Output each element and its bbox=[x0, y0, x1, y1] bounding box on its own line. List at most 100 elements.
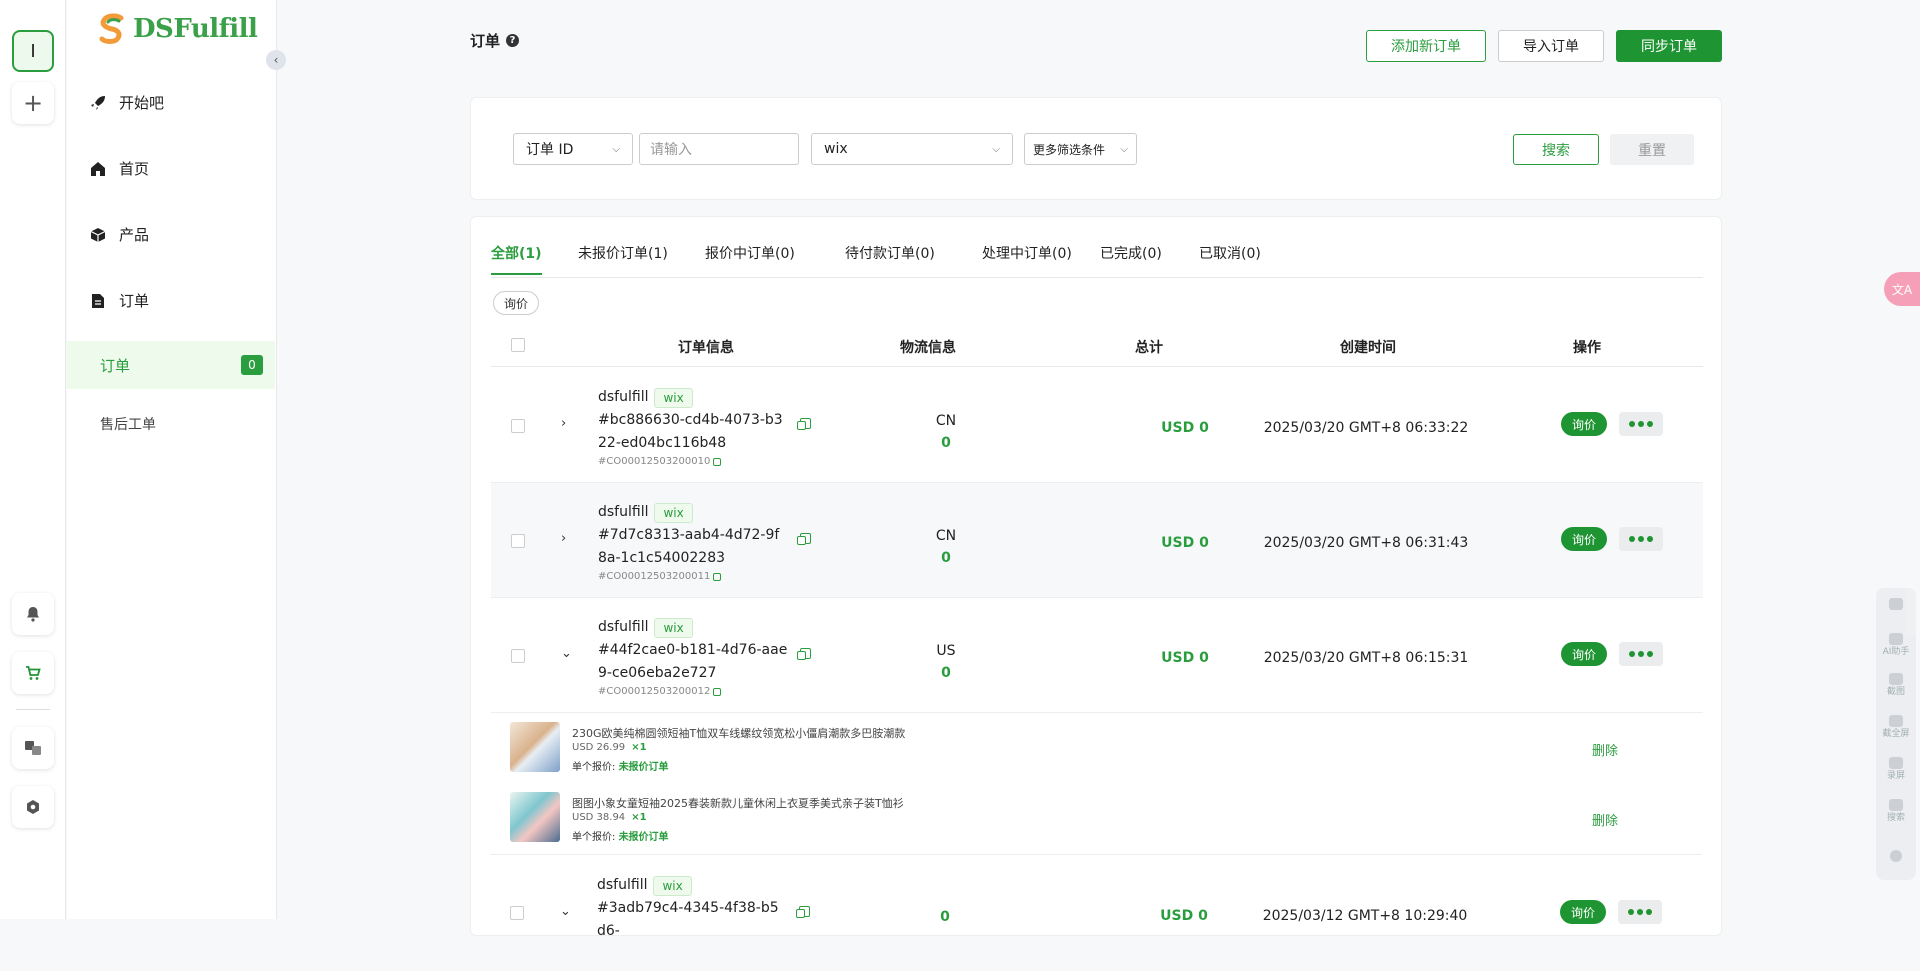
table-row: › dsfulfill wix #bc886630-cd4b-4073-b322-… bbox=[491, 368, 1703, 483]
product-thumbnail[interactable] bbox=[510, 792, 560, 842]
col-created: 创建时间 bbox=[1340, 340, 1396, 356]
row-checkbox[interactable] bbox=[511, 419, 525, 433]
tab-quoting[interactable]: 报价中订单(0) bbox=[705, 243, 795, 273]
search-tool-button[interactable]: 搜索 bbox=[1876, 799, 1916, 824]
logistics-info: 0 bbox=[915, 906, 975, 928]
inquiry-button[interactable]: 询价 bbox=[1561, 642, 1608, 666]
tab-processing[interactable]: 处理中订单(0) bbox=[982, 243, 1072, 273]
inquiry-filter-chip[interactable]: 询价 bbox=[493, 291, 540, 315]
sidebar-subitem-orders[interactable]: 订单 0 bbox=[67, 341, 275, 389]
chevron-down-icon[interactable]: ⌄ bbox=[560, 904, 571, 919]
sidebar-item-label: 产品 bbox=[119, 226, 150, 244]
order-total: USD 0 bbox=[1160, 908, 1208, 924]
store-name: dsfulfill bbox=[598, 619, 649, 635]
close-icon[interactable] bbox=[1876, 850, 1916, 864]
quote-status: 未报价订单 bbox=[618, 832, 669, 843]
sidebar-item-start[interactable]: 开始吧 bbox=[89, 92, 164, 113]
more-filters-select[interactable]: 更多筛选条件 ⌵ bbox=[1024, 133, 1137, 165]
sidebar-item-orders[interactable]: 订单 bbox=[89, 290, 149, 311]
copy-icon[interactable] bbox=[713, 573, 722, 581]
add-workspace-button[interactable]: + bbox=[12, 82, 54, 124]
workspace-avatar[interactable]: I bbox=[12, 30, 54, 72]
row-actions: 询价 bbox=[1561, 642, 1664, 666]
table-header: 订单信息 物流信息 总计 创建时间 操作 bbox=[491, 323, 1703, 367]
inquiry-button[interactable]: 询价 bbox=[1561, 412, 1608, 436]
country-code: CN bbox=[935, 528, 957, 544]
tab-all[interactable]: 全部(1) bbox=[491, 243, 542, 275]
sidebar: DSFulfill ‹ 开始吧 首页 产品 订单 订单 0 售后工单 bbox=[67, 0, 286, 919]
platform-tag: wix bbox=[654, 387, 693, 408]
sidebar-item-label: 订单 bbox=[119, 292, 150, 310]
inquiry-button[interactable]: 询价 bbox=[1560, 900, 1607, 924]
logistics-count: 0 bbox=[940, 909, 950, 925]
import-order-button[interactable]: 导入订单 bbox=[1498, 30, 1604, 62]
store-select[interactable]: wix ⌵ bbox=[811, 133, 1013, 165]
tab-cancelled[interactable]: 已取消(0) bbox=[1199, 243, 1261, 273]
product-qty: ×1 bbox=[631, 812, 647, 823]
translate-icon[interactable] bbox=[12, 727, 54, 769]
copy-icon[interactable] bbox=[797, 533, 811, 545]
brand-logo[interactable]: DSFulfill bbox=[95, 12, 258, 46]
col-actions: 操作 bbox=[1573, 340, 1601, 356]
screenshot-button[interactable]: 截图 bbox=[1876, 673, 1916, 698]
select-all-checkbox[interactable] bbox=[511, 338, 525, 352]
more-icon[interactable] bbox=[1619, 412, 1664, 436]
reset-button[interactable]: 重置 bbox=[1610, 134, 1694, 165]
sync-order-button[interactable]: 同步订单 bbox=[1616, 30, 1722, 62]
copy-icon[interactable] bbox=[796, 906, 810, 918]
delete-item-button[interactable]: 删除 bbox=[1592, 810, 1618, 829]
tab-awaiting-payment[interactable]: 待付款订单(0) bbox=[845, 243, 935, 273]
record-screen-button[interactable]: 录屏 bbox=[1876, 757, 1916, 782]
shield-icon[interactable] bbox=[1876, 598, 1916, 612]
copy-icon[interactable] bbox=[713, 688, 722, 696]
copy-icon[interactable] bbox=[713, 458, 722, 466]
delete-item-button[interactable]: 删除 bbox=[1592, 740, 1618, 759]
status-tabs: 全部(1) 未报价订单(1) 报价中订单(0) 待付款订单(0) 处理中订单(0… bbox=[491, 217, 1703, 278]
sidebar-subitem-after-sales[interactable]: 售后工单 bbox=[100, 414, 156, 434]
order-total: USD 0 bbox=[1161, 420, 1209, 436]
more-icon[interactable] bbox=[1619, 527, 1664, 551]
sidebar-item-products[interactable]: 产品 bbox=[89, 224, 149, 245]
bell-icon[interactable] bbox=[12, 593, 54, 635]
more-icon[interactable] bbox=[1619, 642, 1664, 666]
row-actions: 询价 bbox=[1561, 527, 1664, 551]
order-line-items: 230G欧美纯棉圆领短袖T恤双车线螺纹领宽松小僵肩潮款多巴胺潮款 USD 26.… bbox=[490, 713, 1702, 855]
sidebar-item-label: 首页 bbox=[119, 160, 150, 178]
chevron-down-icon[interactable]: ⌄ bbox=[561, 646, 572, 661]
order-total: USD 0 bbox=[1161, 535, 1209, 551]
search-input[interactable]: 请输入 bbox=[639, 133, 799, 165]
chevron-down-icon: ⌵ bbox=[612, 143, 620, 155]
collapse-sidebar-button[interactable]: ‹ bbox=[266, 50, 286, 70]
tab-unquoted[interactable]: 未报价订单(1) bbox=[578, 243, 668, 273]
settings-icon[interactable] bbox=[12, 786, 54, 828]
order-id: #7d7c8313-aab4-4d72-9f8a-1c1c54002283 bbox=[598, 527, 780, 566]
inquiry-button[interactable]: 询价 bbox=[1561, 527, 1608, 551]
chevron-right-icon[interactable]: › bbox=[561, 416, 566, 431]
add-order-button[interactable]: 添加新订单 bbox=[1366, 30, 1486, 62]
row-checkbox[interactable] bbox=[511, 649, 525, 663]
row-checkbox[interactable] bbox=[511, 534, 525, 548]
table-row: › dsfulfill wix #7d7c8313-aab4-4d72-9f8a-… bbox=[491, 483, 1703, 598]
search-button[interactable]: 搜索 bbox=[1513, 134, 1599, 165]
field-select[interactable]: 订单 ID ⌵ bbox=[513, 133, 633, 165]
fullscreen-capture-button[interactable]: 截全屏 bbox=[1876, 715, 1916, 740]
sidebar-subitem-label: 订单 bbox=[100, 356, 131, 375]
copy-icon[interactable] bbox=[797, 418, 811, 430]
chevron-down-icon: ⌵ bbox=[992, 143, 1000, 155]
row-checkbox[interactable] bbox=[510, 906, 524, 920]
chevron-right-icon[interactable]: › bbox=[561, 531, 566, 546]
more-icon[interactable] bbox=[1618, 900, 1663, 924]
sidebar-item-label: 开始吧 bbox=[119, 94, 165, 112]
copy-icon[interactable] bbox=[797, 648, 811, 660]
logistics-info: US 0 bbox=[916, 640, 976, 684]
help-icon[interactable]: ? bbox=[506, 34, 520, 47]
translate-float-button[interactable]: 文A bbox=[1884, 272, 1920, 306]
ai-assistant-button[interactable]: AI助手 bbox=[1876, 633, 1916, 658]
tab-completed[interactable]: 已完成(0) bbox=[1100, 243, 1162, 273]
cart-icon[interactable] bbox=[12, 652, 54, 694]
table-row: ⌄ dsfulfill wix #44f2cae0-b181-4d76-aae9-… bbox=[491, 598, 1703, 713]
product-thumbnail[interactable] bbox=[510, 722, 560, 772]
sidebar-item-home[interactable]: 首页 bbox=[89, 158, 149, 179]
product-name[interactable]: 图图小象女童短袖2025春装新款儿童休闲上衣夏季美式亲子装T恤衫 bbox=[572, 795, 904, 811]
product-name[interactable]: 230G欧美纯棉圆领短袖T恤双车线螺纹领宽松小僵肩潮款多巴胺潮款 bbox=[572, 725, 905, 741]
